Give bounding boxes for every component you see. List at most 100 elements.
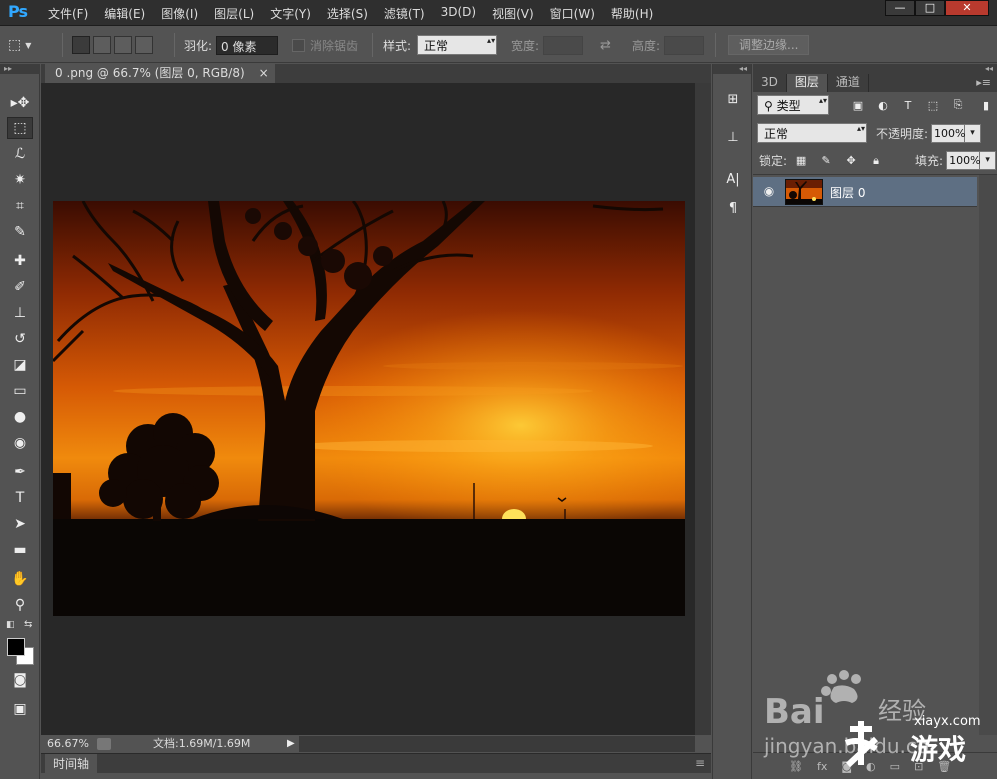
timeline-tab[interactable]: 时间轴 xyxy=(45,754,98,774)
height-label: 高度: xyxy=(632,38,661,53)
lock-transparency-icon[interactable]: ▦ xyxy=(792,153,810,169)
panel-grip[interactable]: ▸▸ xyxy=(0,64,40,74)
pen-tool-icon[interactable]: ✒ xyxy=(7,461,33,483)
quick-mask-icon[interactable]: ◙ xyxy=(7,669,33,691)
watermark-overlay: Bai 经验 jingyan.baidu.co xiayx.com 游戏 xyxy=(760,665,997,779)
menu-edit[interactable]: 编辑(E) xyxy=(104,5,153,22)
minimize-button[interactable]: — xyxy=(885,0,915,16)
type-filter-icon[interactable]: T xyxy=(899,97,917,113)
blend-opacity-row: 正常 不透明度: 100% ▾ xyxy=(753,123,997,143)
tab-channels[interactable]: 通道 xyxy=(828,74,869,92)
rectangle-tool-icon[interactable]: ▬ xyxy=(7,539,33,561)
add-to-selection-button[interactable] xyxy=(93,36,111,54)
visibility-eye-icon[interactable]: ◉ xyxy=(761,184,777,200)
menu-view[interactable]: 视图(V) xyxy=(492,5,542,22)
foreground-color-swatch[interactable] xyxy=(7,638,25,656)
adjustment-filter-icon[interactable]: ◐ xyxy=(874,97,892,113)
panel-menu-icon[interactable]: ▸≡ xyxy=(976,74,991,91)
menu-select[interactable]: 选择(S) xyxy=(327,5,376,22)
layers-scrollbar[interactable] xyxy=(979,175,997,735)
swap-icon[interactable]: ⇄ xyxy=(600,27,611,63)
height-input[interactable] xyxy=(664,35,705,55)
close-button[interactable]: ✕ xyxy=(945,0,989,16)
eraser-tool-icon[interactable]: ◪ xyxy=(7,354,33,376)
magic-wand-tool-icon[interactable]: ✷ xyxy=(7,169,33,191)
menu-window[interactable]: 窗口(W) xyxy=(550,5,603,22)
subtract-from-selection-button[interactable] xyxy=(114,36,132,54)
pixel-filter-icon[interactable]: ▣ xyxy=(849,97,867,113)
clone-source-icon[interactable]: ⊥ xyxy=(721,126,745,148)
menu-3d[interactable]: 3D(D) xyxy=(441,5,484,22)
menu-layer[interactable]: 图层(L) xyxy=(214,5,262,22)
hand-tool-icon[interactable]: ✋ xyxy=(7,568,33,590)
width-input[interactable] xyxy=(543,35,584,55)
status-info-icon[interactable] xyxy=(97,738,111,750)
menu-image[interactable]: 图像(I) xyxy=(161,5,206,22)
lock-pixels-icon[interactable]: ✎ xyxy=(817,153,835,169)
character-panel-icon[interactable]: A| xyxy=(721,168,745,190)
document-tab-title: 0 .png @ 66.7% (图层 0, RGB/8) xyxy=(55,66,245,80)
antialias-checkbox[interactable] xyxy=(292,38,305,52)
gradient-tool-icon[interactable]: ▭ xyxy=(7,380,33,402)
feather-input[interactable]: 0 像素 xyxy=(216,35,279,55)
smart-object-filter-icon[interactable]: ⎘ xyxy=(949,97,967,113)
zoom-level[interactable]: 66.67% xyxy=(47,736,89,752)
tab-layers[interactable]: 图层 xyxy=(786,74,828,92)
layer-thumbnail[interactable] xyxy=(785,179,823,205)
history-brush-tool-icon[interactable]: ↺ xyxy=(7,328,33,350)
eyedropper-tool-icon[interactable]: ✎ xyxy=(7,221,33,243)
menu-file[interactable]: 文件(F) xyxy=(48,5,96,22)
panel-grip[interactable]: ◂◂ xyxy=(753,64,997,74)
default-colors-icon[interactable]: ◧ xyxy=(6,620,15,630)
blur-tool-icon[interactable]: ● xyxy=(7,406,33,428)
opacity-dropdown-icon[interactable]: ▾ xyxy=(965,123,982,143)
paragraph-panel-icon[interactable]: ¶ xyxy=(721,197,745,219)
healing-brush-tool-icon[interactable]: ✚ xyxy=(7,250,33,272)
zoom-tool-icon[interactable]: ⚲ xyxy=(7,594,33,616)
menu-filter[interactable]: 滤镜(T) xyxy=(384,5,433,22)
marquee-tool-icon[interactable]: ⬚ xyxy=(7,117,33,139)
new-selection-button[interactable] xyxy=(72,36,90,54)
path-selection-tool-icon[interactable]: ➤ xyxy=(7,513,33,535)
fill-dropdown-icon[interactable]: ▾ xyxy=(980,151,997,170)
blend-mode-select[interactable]: 正常 xyxy=(757,123,867,143)
menu-type[interactable]: 文字(Y) xyxy=(270,5,319,22)
type-tool-icon[interactable]: T xyxy=(7,487,33,509)
clone-stamp-tool-icon[interactable]: ⊥ xyxy=(7,302,33,324)
maximize-button[interactable]: □ xyxy=(915,0,945,16)
dodge-tool-icon[interactable]: ◉ xyxy=(7,432,33,454)
canvas-vertical-scrollbar[interactable] xyxy=(695,83,711,735)
layer-filter-row: ⚲ 类型 ▣ ◐ T ⬚ ⎘ ▮ xyxy=(753,95,997,115)
move-tool-icon[interactable]: ▸✥ xyxy=(7,92,33,114)
panel-grip[interactable]: ◂◂ xyxy=(713,64,751,74)
opacity-input[interactable]: 100% xyxy=(931,123,966,143)
crop-tool-icon[interactable]: ⌗ xyxy=(7,195,33,217)
lock-all-icon[interactable]: 🔒︎ xyxy=(867,153,885,169)
menu-help[interactable]: 帮助(H) xyxy=(611,5,661,22)
status-menu-arrow-icon[interactable]: ▶ xyxy=(287,736,295,752)
panel-menu-icon[interactable]: ≡ xyxy=(695,756,705,770)
close-tab-icon[interactable]: × xyxy=(259,64,269,83)
intersect-selection-button[interactable] xyxy=(135,36,153,54)
lock-position-icon[interactable]: ✥ xyxy=(842,153,860,169)
brush-tool-icon[interactable]: ✐ xyxy=(7,276,33,298)
tool-preset-picker[interactable]: ⬚ ▼ xyxy=(8,27,31,63)
lasso-tool-icon[interactable]: ℒ xyxy=(7,143,33,165)
refine-edge-button[interactable]: 调整边缘... xyxy=(728,35,810,55)
canvas-horizontal-scrollbar[interactable] xyxy=(299,736,695,752)
tab-3d[interactable]: 3D xyxy=(753,74,787,92)
swap-colors-icon[interactable]: ⇆ xyxy=(24,619,32,630)
opacity-label: 不透明度: xyxy=(876,126,929,141)
filter-toggle-icon[interactable]: ▮ xyxy=(977,97,995,113)
layer-name[interactable]: 图层 0 xyxy=(830,184,865,201)
fill-input[interactable]: 100% xyxy=(946,151,981,170)
libraries-grid-icon[interactable]: ⊞ xyxy=(721,88,745,110)
watermark-baidu: Bai xyxy=(764,692,825,732)
layer-row[interactable]: ◉ 图层 0 xyxy=(753,177,977,207)
layer-filter-select[interactable]: ⚲ 类型 xyxy=(757,95,829,115)
style-select[interactable]: 正常 xyxy=(417,35,498,55)
shape-filter-icon[interactable]: ⬚ xyxy=(924,97,942,113)
document-tab[interactable]: 0 .png @ 66.7% (图层 0, RGB/8) × xyxy=(45,64,275,83)
screen-mode-icon[interactable]: ▣ xyxy=(7,698,33,720)
canvas-area[interactable] xyxy=(41,83,695,735)
